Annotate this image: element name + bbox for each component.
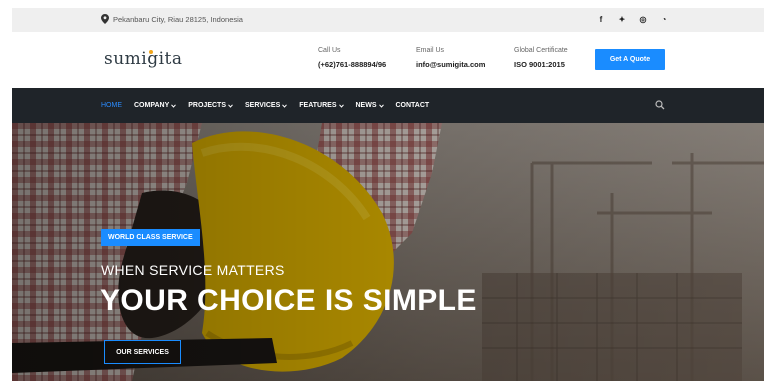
email-value[interactable]: info@sumigita.com xyxy=(416,60,485,69)
chevron-down-icon xyxy=(378,103,384,108)
social-links: f ✦ ◎ ◔ xyxy=(596,13,669,25)
call-label: Call Us xyxy=(318,47,341,54)
hero-headline: YOUR CHOICE IS SIMPLE xyxy=(100,284,477,317)
nav-item-label: COMPANY xyxy=(134,102,170,109)
nav-item-label: FEATURES xyxy=(299,102,337,109)
chevron-down-icon xyxy=(171,103,177,108)
nav-item-label: CONTACT xyxy=(395,102,430,109)
nav-item-services[interactable]: SERVICES xyxy=(245,102,288,109)
main-navigation: HOME COMPANY PROJECTS SERVICES FEATURES … xyxy=(12,88,764,123)
nav-item-label: SERVICES xyxy=(245,102,281,109)
nav-item-home[interactable]: HOME xyxy=(101,102,122,109)
call-info: Call Us (+62)761-888894/96 xyxy=(318,47,386,69)
chevron-down-icon xyxy=(338,103,344,108)
certificate-label: Global Certificate xyxy=(514,47,568,54)
our-services-button[interactable]: OUR SERVICES xyxy=(104,340,181,364)
facebook-icon[interactable]: f xyxy=(596,13,606,25)
call-value[interactable]: (+62)761-888894/96 xyxy=(318,60,386,69)
nav-item-contact[interactable]: CONTACT xyxy=(396,102,430,109)
email-info: Email Us info@sumigita.com xyxy=(416,47,485,69)
nav-item-features[interactable]: FEATURES xyxy=(299,102,344,109)
nav-item-label: NEWS xyxy=(355,102,377,109)
hero-banner: WORLD CLASS SERVICE WHEN SERVICE MATTERS… xyxy=(12,123,764,381)
instagram-icon[interactable]: ◎ xyxy=(638,13,648,25)
get-a-quote-button[interactable]: Get A Quote xyxy=(595,49,665,70)
chevron-down-icon xyxy=(228,103,233,108)
site-logo[interactable]: sumigita xyxy=(104,49,183,69)
email-label: Email Us xyxy=(416,47,445,54)
nav-item-company[interactable]: COMPANY xyxy=(134,102,177,109)
map-pin-icon xyxy=(101,14,109,24)
logo-dot xyxy=(149,50,153,54)
location-info: Pekanbaru City, Riau 28125, Indonesia xyxy=(101,14,243,24)
search-icon[interactable] xyxy=(655,100,665,110)
twitter-icon[interactable]: ✦ xyxy=(617,13,627,25)
page-frame: Pekanbaru City, Riau 28125, Indonesia f … xyxy=(12,8,764,381)
hero-badge: WORLD CLASS SERVICE xyxy=(101,229,200,246)
certificate-info: Global Certificate ISO 9001:2015 xyxy=(514,47,568,69)
site-header: sumigita Call Us (+62)761-888894/96 Emai… xyxy=(12,32,764,88)
location-text: Pekanbaru City, Riau 28125, Indonesia xyxy=(113,14,243,24)
chevron-down-icon xyxy=(282,103,288,108)
top-bar: Pekanbaru City, Riau 28125, Indonesia f … xyxy=(12,8,764,32)
certificate-value: ISO 9001:2015 xyxy=(514,60,565,69)
logo-text: sumigita xyxy=(104,49,183,69)
nav-item-projects[interactable]: PROJECTS xyxy=(188,102,233,109)
hero-kicker: WHEN SERVICE MATTERS xyxy=(101,262,285,278)
github-icon[interactable]: ◔ xyxy=(659,13,669,25)
nav-item-label: HOME xyxy=(101,102,122,109)
nav-item-label: PROJECTS xyxy=(188,102,226,109)
nav-item-news[interactable]: NEWS xyxy=(356,102,384,109)
